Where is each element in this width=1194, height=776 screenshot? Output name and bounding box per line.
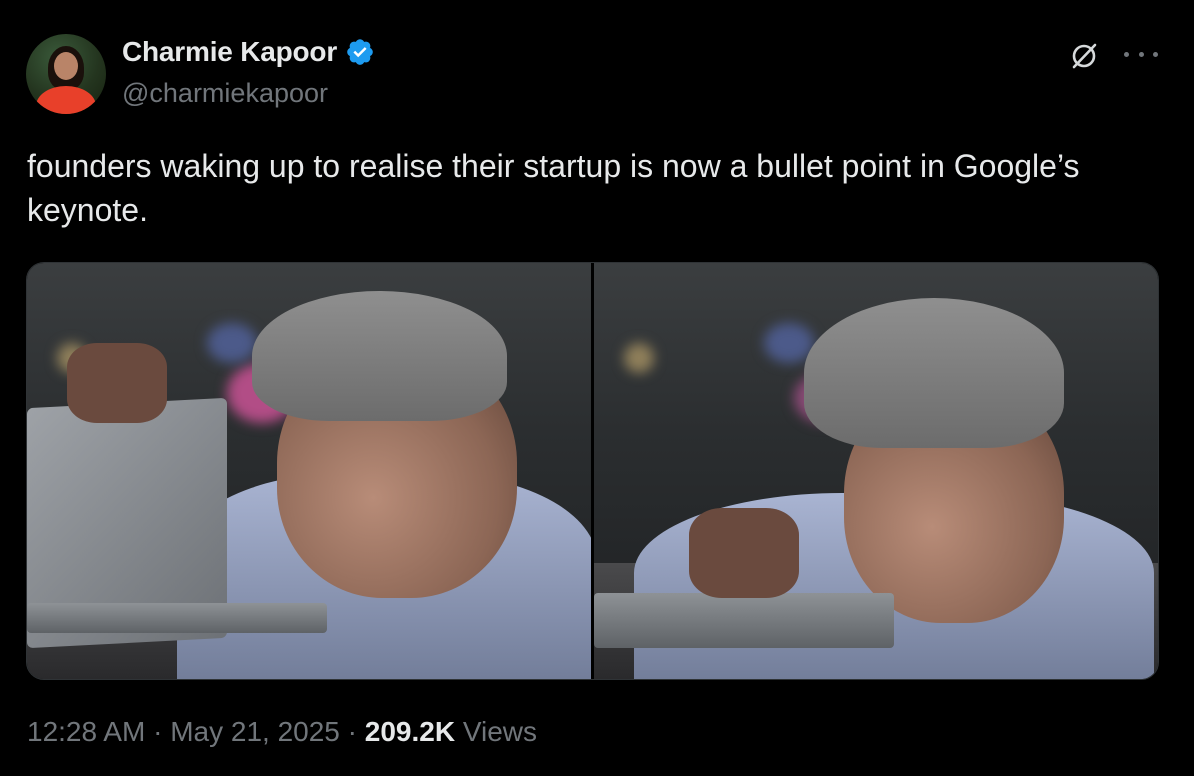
- person-hair: [804, 298, 1064, 448]
- tweet-meta: 12:28 AM · May 21, 2025 · 209.2K Views: [27, 716, 537, 748]
- author-handle[interactable]: @charmiekapoor: [122, 78, 328, 109]
- meta-separator: ·: [145, 716, 171, 747]
- author-name-row: Charmie Kapoor: [122, 36, 375, 68]
- avatar[interactable]: [26, 34, 106, 114]
- person-hair: [252, 291, 507, 421]
- media-grid: [26, 262, 1159, 680]
- tweet-text: founders waking up to realise their star…: [27, 148, 1080, 228]
- more-dot: [1138, 51, 1144, 57]
- more-dot: [1153, 51, 1158, 57]
- laptop-base: [27, 603, 327, 633]
- tweet-date[interactable]: May 21, 2025: [170, 716, 340, 747]
- bokeh-light: [207, 323, 257, 363]
- verified-badge-icon[interactable]: [345, 37, 375, 67]
- laptop-closed: [594, 593, 894, 648]
- media-photo-1[interactable]: [27, 263, 591, 679]
- avatar-face: [54, 52, 78, 80]
- bokeh-light: [624, 343, 654, 373]
- person-hand: [67, 343, 167, 423]
- more-dot: [1124, 51, 1129, 57]
- avatar-shirt: [36, 86, 96, 114]
- tweet-time[interactable]: 12:28 AM: [27, 716, 145, 747]
- display-name[interactable]: Charmie Kapoor: [122, 36, 337, 68]
- media-photo-2[interactable]: [594, 263, 1158, 679]
- views-label: Views: [455, 716, 538, 747]
- person-hand: [689, 508, 799, 598]
- meta-separator: ·: [339, 716, 365, 747]
- views-count[interactable]: 209.2K: [365, 716, 455, 747]
- grok-icon[interactable]: [1068, 40, 1100, 72]
- tweet[interactable]: Charmie Kapoor @charmiekapoor founders w…: [0, 0, 1194, 776]
- more-icon[interactable]: [1124, 40, 1158, 68]
